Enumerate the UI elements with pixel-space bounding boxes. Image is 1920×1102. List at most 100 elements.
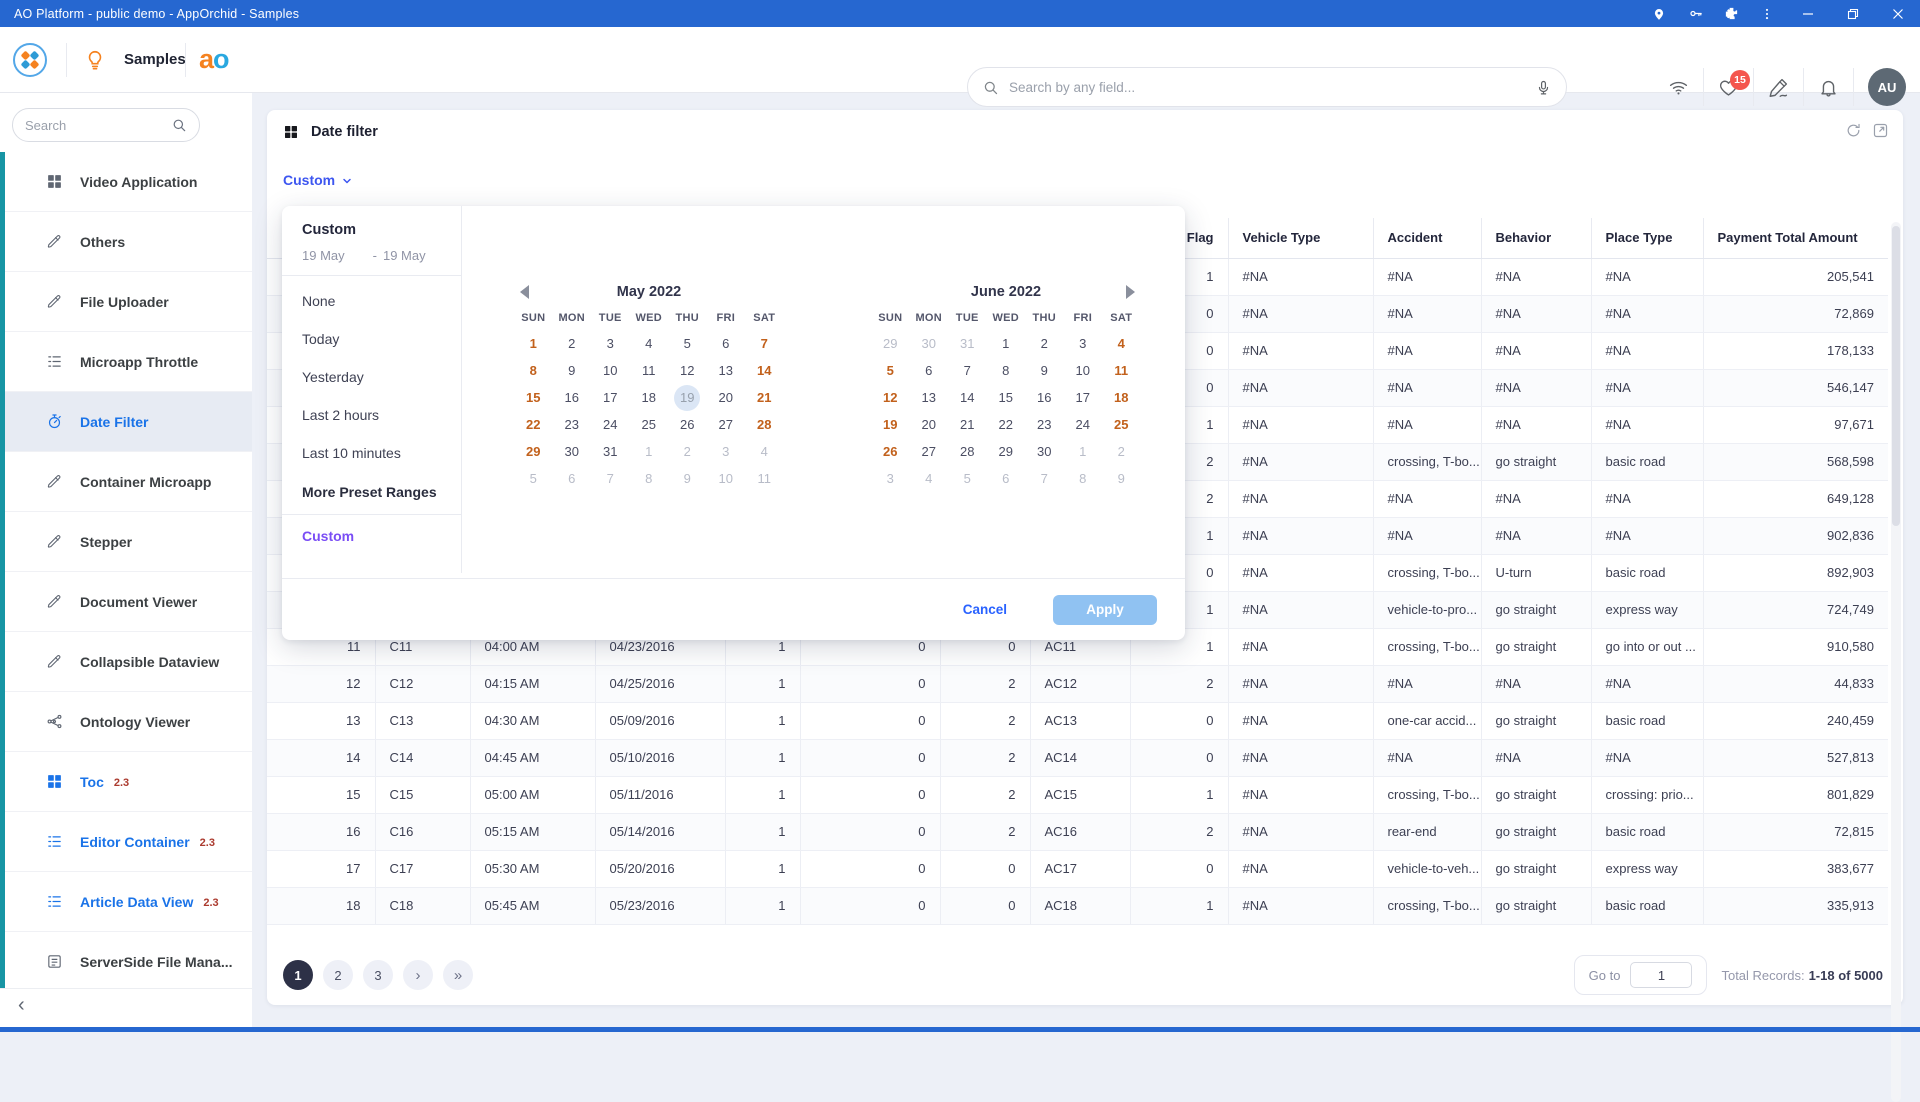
calendar-day[interactable]: 25 xyxy=(630,411,669,438)
global-search-input[interactable]: Search by any field... xyxy=(967,67,1567,107)
calendar-day[interactable]: 9 xyxy=(1102,465,1141,492)
calendar-day[interactable]: 18 xyxy=(1102,384,1141,411)
location-pin-icon[interactable] xyxy=(1641,0,1677,27)
calendar-day[interactable]: 15 xyxy=(987,384,1026,411)
calendar-day[interactable]: 5 xyxy=(948,465,987,492)
window-restore-button[interactable] xyxy=(1830,0,1875,27)
calendar-day[interactable]: 4 xyxy=(630,330,669,357)
sidebar-item-article-data-view[interactable]: Article Data View2.3 xyxy=(0,872,252,932)
calendar-day[interactable]: 27 xyxy=(707,411,746,438)
calendar-day[interactable]: 6 xyxy=(553,465,592,492)
calendar-day[interactable]: 6 xyxy=(987,465,1026,492)
calendar-day[interactable]: 11 xyxy=(630,357,669,384)
calendar-day[interactable]: 7 xyxy=(591,465,630,492)
app-launcher-logo[interactable] xyxy=(13,43,47,77)
browser-menu-icon[interactable] xyxy=(1749,0,1785,27)
preset-custom[interactable]: Custom xyxy=(282,515,461,557)
calendar-day[interactable]: 6 xyxy=(707,330,746,357)
calendar-day[interactable]: 7 xyxy=(948,357,987,384)
column-header[interactable]: Vehicle Type xyxy=(1228,218,1373,258)
calendar-day[interactable]: 26 xyxy=(668,411,707,438)
sidebar-item-container-microapp[interactable]: Container Microapp xyxy=(0,452,252,512)
calendar-day[interactable]: 2 xyxy=(668,438,707,465)
calendar-prev-icon[interactable] xyxy=(520,285,529,299)
sidebar-item-serverside-file-mana[interactable]: ServerSide File Mana... xyxy=(0,932,252,992)
calendar-day[interactable]: 2 xyxy=(553,330,592,357)
calendar-day[interactable]: 9 xyxy=(553,357,592,384)
calendar-day[interactable]: 24 xyxy=(1064,411,1103,438)
calendar-day[interactable]: 29 xyxy=(514,438,553,465)
refresh-icon[interactable] xyxy=(1845,122,1862,139)
cancel-button[interactable]: Cancel xyxy=(963,602,1007,617)
column-header[interactable]: Place Type xyxy=(1591,218,1703,258)
calendar-day[interactable]: 5 xyxy=(871,357,910,384)
calendar-day[interactable]: 23 xyxy=(1025,411,1064,438)
calendar-day[interactable]: 3 xyxy=(591,330,630,357)
notifications-bell-icon[interactable] xyxy=(1818,77,1839,98)
calendar-day[interactable]: 2 xyxy=(1025,330,1064,357)
preset-none[interactable]: None xyxy=(282,282,461,320)
sidebar-scrollbar[interactable] xyxy=(0,152,5,1002)
calendar-day[interactable]: 30 xyxy=(553,438,592,465)
sidebar-item-date-filter[interactable]: Date Filter xyxy=(0,392,252,452)
calendar-day[interactable]: 16 xyxy=(553,384,592,411)
calendar-next-icon[interactable] xyxy=(1126,285,1135,299)
sidebar-item-file-uploader[interactable]: File Uploader xyxy=(0,272,252,332)
calendar-day[interactable]: 1 xyxy=(1064,438,1103,465)
calendar-day[interactable]: 7 xyxy=(1025,465,1064,492)
sidebar-item-stepper[interactable]: Stepper xyxy=(0,512,252,572)
calendar-day[interactable]: 15 xyxy=(514,384,553,411)
page-button-3[interactable]: 3 xyxy=(363,960,393,990)
calendar-day[interactable]: 20 xyxy=(910,411,949,438)
preset-last-10-minutes[interactable]: Last 10 minutes xyxy=(282,434,461,472)
calendar-day[interactable]: 30 xyxy=(910,330,949,357)
sidebar-item-collapsible-dataview[interactable]: Collapsible Dataview xyxy=(0,632,252,692)
apply-button[interactable]: Apply xyxy=(1053,595,1157,625)
calendar-day[interactable]: 17 xyxy=(1064,384,1103,411)
sidebar-collapse-button[interactable]: ‹ xyxy=(0,988,252,1022)
calendar-day[interactable]: 9 xyxy=(1025,357,1064,384)
sidebar-item-microapp-throttle[interactable]: Microapp Throttle xyxy=(0,332,252,392)
calendar-day[interactable]: 1 xyxy=(514,330,553,357)
calendar-day[interactable]: 4 xyxy=(745,438,784,465)
calendar-day[interactable]: 3 xyxy=(1064,330,1103,357)
table-scrollbar[interactable] xyxy=(1891,222,1901,1102)
window-close-button[interactable] xyxy=(1875,0,1920,27)
calendar-day[interactable]: 13 xyxy=(910,384,949,411)
preset-yesterday[interactable]: Yesterday xyxy=(282,358,461,396)
extensions-puzzle-icon[interactable] xyxy=(1713,0,1749,27)
calendar-day[interactable]: 1 xyxy=(987,330,1026,357)
date-filter-dropdown[interactable]: Custom xyxy=(283,172,353,188)
last-page-button[interactable]: » xyxy=(443,960,473,990)
calendar-day[interactable]: 8 xyxy=(630,465,669,492)
sidebar-item-others[interactable]: Others xyxy=(0,212,252,272)
calendar-day[interactable]: 2 xyxy=(1102,438,1141,465)
page-button-1[interactable]: 1 xyxy=(283,960,313,990)
preset-today[interactable]: Today xyxy=(282,320,461,358)
window-minimize-button[interactable] xyxy=(1785,0,1830,27)
next-page-button[interactable]: › xyxy=(403,960,433,990)
calendar-day[interactable]: 16 xyxy=(1025,384,1064,411)
calendar-day[interactable]: 4 xyxy=(1102,330,1141,357)
calendar-day[interactable]: 30 xyxy=(1025,438,1064,465)
calendar-day[interactable]: 29 xyxy=(871,330,910,357)
calendar-day[interactable]: 1 xyxy=(630,438,669,465)
calendar-day[interactable]: 6 xyxy=(910,357,949,384)
sidebar-item-editor-container[interactable]: Editor Container2.3 xyxy=(0,812,252,872)
calendar-day[interactable]: 23 xyxy=(553,411,592,438)
calendar-day[interactable]: 9 xyxy=(668,465,707,492)
calendar-day[interactable]: 28 xyxy=(745,411,784,438)
calendar-day[interactable]: 5 xyxy=(514,465,553,492)
signature-pen-icon[interactable] xyxy=(1768,77,1789,98)
sidebar-item-ontology-viewer[interactable]: Ontology Viewer xyxy=(0,692,252,752)
calendar-day[interactable]: 31 xyxy=(948,330,987,357)
goto-page-input[interactable] xyxy=(1630,962,1692,988)
calendar-day[interactable]: 10 xyxy=(1064,357,1103,384)
calendar-day[interactable]: 3 xyxy=(707,438,746,465)
calendar-day[interactable]: 29 xyxy=(987,438,1026,465)
column-header[interactable]: Accident xyxy=(1373,218,1481,258)
sidebar-item-video-application[interactable]: Video Application xyxy=(0,152,252,212)
calendar-day[interactable]: 3 xyxy=(871,465,910,492)
calendar-day[interactable]: 5 xyxy=(668,330,707,357)
calendar-day[interactable]: 22 xyxy=(987,411,1026,438)
